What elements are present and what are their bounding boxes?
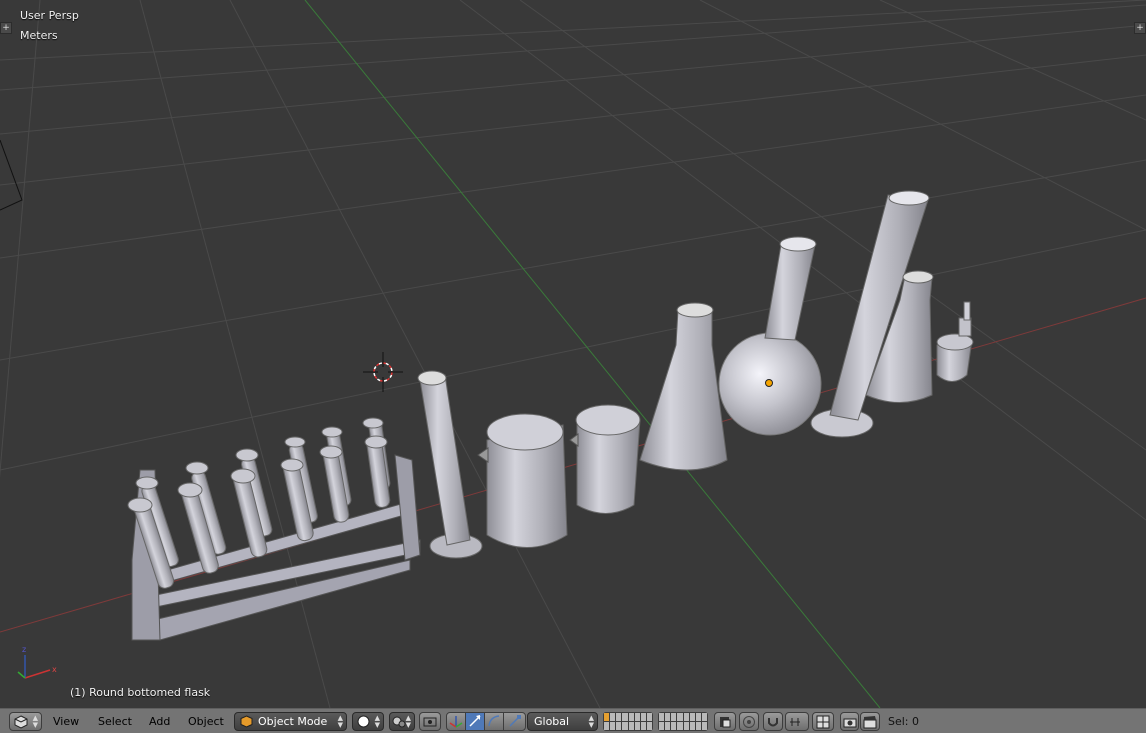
rotate-manipulator[interactable]	[485, 713, 504, 730]
svg-text:x: x	[52, 665, 57, 674]
active-object-label: (1) Round bottomed flask	[70, 686, 211, 699]
viewport-shading-solid-icon	[357, 715, 370, 728]
manipulate-center-icon	[423, 717, 437, 727]
pivot-point-dropdown[interactable]: ▲ ▼	[389, 712, 415, 731]
region-expand-icon[interactable]: +	[0, 22, 12, 34]
scale-manipulator[interactable]	[504, 713, 525, 730]
object-origin-icon	[765, 379, 773, 387]
selection-status: Sel: 0	[888, 715, 920, 728]
dropdown-arrows-icon: ▲ ▼	[588, 714, 594, 729]
beaker-large[interactable]	[477, 413, 568, 548]
manipulate-centers-toggle[interactable]	[419, 712, 441, 731]
menu-add[interactable]: Add	[149, 712, 170, 731]
rotate-arc-icon	[488, 715, 500, 727]
camera-object[interactable]	[0, 139, 23, 211]
test-tube-rack[interactable]	[127, 417, 421, 641]
viewport-shading-dropdown[interactable]: ▲ ▼	[352, 712, 384, 731]
dropdown-arrows-icon: ▲ ▼	[337, 714, 343, 729]
magnet-icon	[768, 718, 778, 727]
camera-icon	[843, 718, 857, 728]
mode-label: Object Mode	[258, 715, 328, 728]
view-name-label: User Persp	[20, 9, 79, 22]
dropdown-arrows-icon: ▲ ▼	[374, 714, 380, 729]
manipulator-toggle[interactable]	[447, 713, 466, 730]
snap-element-dropdown[interactable]	[785, 712, 809, 731]
translate-arrow-icon	[469, 715, 481, 727]
pivot-point-icon	[392, 716, 406, 728]
snap-increment-icon	[790, 718, 800, 726]
viewport-scene[interactable]: x z	[0, 0, 1146, 708]
svg-text:z: z	[22, 645, 26, 654]
dropper-bottle[interactable]	[936, 301, 974, 382]
layers-group-1[interactable]	[603, 712, 653, 731]
3d-view-header: ▲ ▼ View Select Add Object Object Mode ▲ ▼…	[0, 708, 1146, 733]
snap-target-grid-icon	[816, 715, 830, 729]
proportional-edit-icon	[743, 716, 755, 728]
lock-camera-layers-button[interactable]	[714, 712, 736, 731]
render-animation-button[interactable]	[860, 712, 880, 731]
3d-cursor-icon	[363, 352, 403, 392]
scale-icon	[509, 715, 521, 727]
units-label: Meters	[20, 29, 58, 42]
round-bottomed-flask[interactable]	[718, 236, 822, 436]
orientation-label: Global	[534, 715, 570, 728]
3d-view-editor-icon	[14, 715, 28, 729]
object-mode-cube-icon	[240, 715, 253, 728]
render-opengl-button[interactable]	[840, 712, 859, 731]
layers-group-2[interactable]	[658, 712, 708, 731]
translate-manipulator[interactable]	[466, 713, 485, 730]
clapperboard-icon	[863, 716, 877, 729]
dropdown-arrows-icon: ▲ ▼	[405, 714, 411, 729]
3d-viewport[interactable]: x z + + User Persp Meters (1) Round bott…	[0, 0, 1146, 708]
transform-orientation-dropdown[interactable]: Global ▲ ▼	[527, 712, 598, 731]
region-expand-icon[interactable]: +	[1134, 22, 1146, 34]
menu-view[interactable]: View	[53, 712, 79, 731]
interaction-mode-dropdown[interactable]: Object Mode ▲ ▼	[234, 712, 347, 731]
menu-object[interactable]: Object	[188, 712, 224, 731]
transform-manipulators[interactable]	[446, 712, 526, 731]
proportional-editing-button[interactable]	[739, 712, 759, 731]
beaker-small[interactable]	[569, 404, 641, 514]
manipulator-axes-icon	[449, 716, 463, 728]
layers-lock-icon	[720, 717, 731, 728]
snap-target-button[interactable]	[812, 712, 834, 731]
snap-toggle[interactable]	[763, 712, 783, 731]
axis-gizmo-icon: x z	[17, 645, 57, 679]
menu-select[interactable]: Select	[98, 712, 132, 731]
editor-type-dropdown[interactable]: ▲ ▼	[9, 712, 42, 731]
dropdown-arrows-icon: ▲ ▼	[32, 714, 38, 729]
erlenmeyer-flask[interactable]	[639, 302, 728, 471]
